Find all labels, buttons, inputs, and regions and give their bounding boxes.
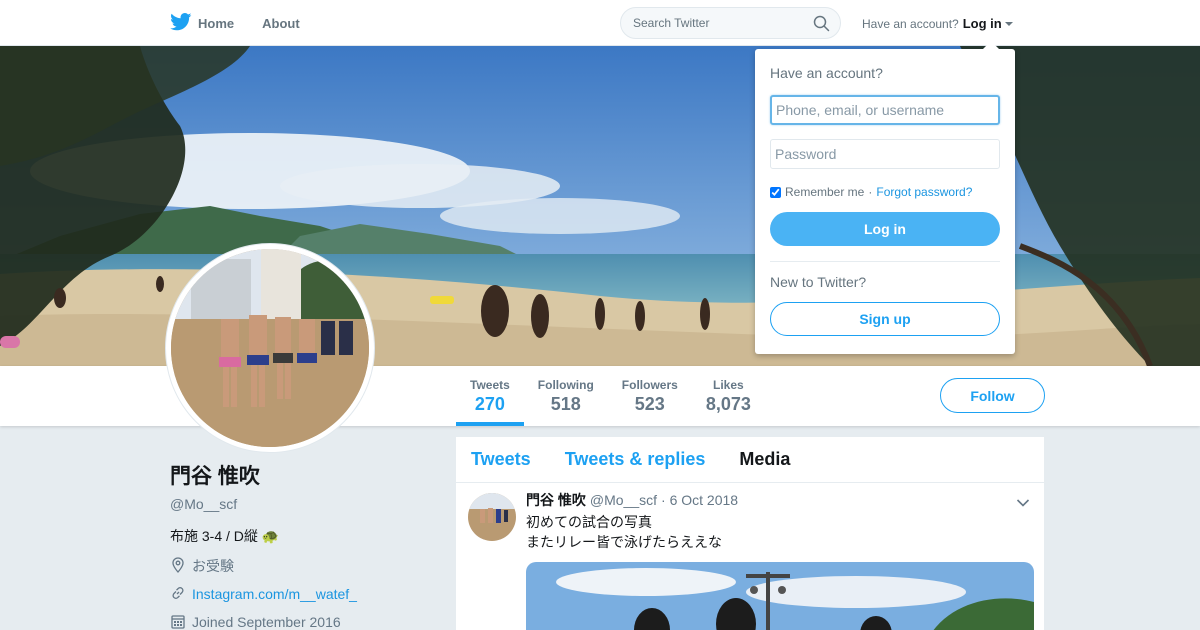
profile-avatar[interactable] bbox=[166, 244, 374, 452]
stat-label: Tweets bbox=[470, 378, 510, 392]
profile-location: お受験 bbox=[170, 556, 430, 576]
remember-me-label[interactable]: Remember me bbox=[785, 185, 864, 199]
login-dropdown: Have an account? Remember me · Forgot pa… bbox=[755, 41, 1015, 354]
link-icon bbox=[170, 585, 192, 604]
stat-value: 8,073 bbox=[705, 394, 751, 414]
location-text: お受験 bbox=[192, 558, 234, 574]
profile-join-date: Joined September 2016 bbox=[170, 614, 430, 630]
nav-about-link[interactable]: About bbox=[262, 16, 300, 31]
stat-likes[interactable]: Likes 8,073 bbox=[692, 366, 765, 426]
tab-media[interactable]: Media bbox=[739, 449, 790, 470]
tweet-author-name[interactable]: 門谷 惟吹 bbox=[526, 490, 586, 510]
tab-tweets[interactable]: Tweets bbox=[471, 449, 531, 470]
tab-tweets-and-replies[interactable]: Tweets & replies bbox=[565, 449, 706, 470]
location-pin-icon bbox=[170, 556, 192, 576]
profile-stats: Tweets 270 Following 518 Followers 523 L… bbox=[456, 366, 765, 426]
chevron-down-icon[interactable] bbox=[1016, 495, 1030, 513]
tweet-item[interactable]: 門谷 惟吹 @Mo__scf · 6 Oct 2018 初めての試合の写真 また… bbox=[456, 483, 1044, 630]
search-input[interactable] bbox=[633, 16, 803, 30]
separator-dot: · bbox=[868, 185, 873, 199]
stat-tweets[interactable]: Tweets 270 bbox=[456, 366, 524, 426]
signup-button[interactable]: Sign up bbox=[770, 302, 1000, 336]
timeline-panel: Tweets Tweets & replies Media 門谷 惟吹 @Mo_… bbox=[456, 437, 1044, 630]
new-to-twitter-label: New to Twitter? bbox=[770, 274, 867, 290]
tweet-media-photo[interactable] bbox=[526, 562, 1034, 630]
timeline-tabs: Tweets Tweets & replies Media bbox=[456, 437, 1044, 483]
account-prompt: Have an account? Log in bbox=[862, 16, 1013, 31]
profile-name[interactable]: 門谷 惟吹 bbox=[170, 460, 430, 490]
website-link[interactable]: Instagram.com/m__watef_ bbox=[192, 586, 357, 602]
caret-down-icon bbox=[1004, 21, 1013, 26]
profile-handle[interactable]: @Mo__scf bbox=[170, 496, 430, 512]
nav-left-group: Home About bbox=[170, 0, 328, 46]
follow-button[interactable]: Follow bbox=[940, 378, 1045, 413]
join-date-text: Joined September 2016 bbox=[192, 614, 341, 630]
tweet-header: 門谷 惟吹 @Mo__scf · 6 Oct 2018 bbox=[526, 490, 1032, 510]
stat-following[interactable]: Following 518 bbox=[524, 366, 608, 426]
stat-value: 523 bbox=[634, 394, 665, 414]
tweet-text-line: 初めての試合の写真 bbox=[526, 514, 652, 530]
search-box[interactable] bbox=[620, 7, 841, 39]
tweet-avatar[interactable] bbox=[468, 493, 516, 541]
login-button[interactable]: Log in bbox=[770, 212, 1000, 246]
username-field[interactable] bbox=[770, 95, 1000, 125]
top-navigation-bar: Home About Have an account? Log in bbox=[0, 0, 1200, 46]
remember-row: Remember me · Forgot password? bbox=[770, 185, 1000, 199]
profile-header-card: 門谷 惟吹 @Mo__scf 布施 3-4 / D縦 🐢 お受験 Instagr… bbox=[170, 460, 430, 630]
login-dropdown-title: Have an account? bbox=[770, 65, 883, 81]
stat-label: Following bbox=[537, 378, 594, 392]
twitter-bird-icon bbox=[170, 12, 198, 34]
nav-about-label: About bbox=[262, 15, 300, 31]
forgot-password-link[interactable]: Forgot password? bbox=[876, 185, 972, 199]
stat-value: 518 bbox=[550, 394, 581, 414]
tweet-timestamp[interactable]: · 6 Oct 2018 bbox=[661, 492, 738, 508]
login-dropdown-toggle[interactable]: Log in bbox=[963, 16, 1013, 31]
stat-followers[interactable]: Followers 523 bbox=[608, 366, 692, 426]
nav-home-label: Home bbox=[198, 15, 235, 31]
profile-bio: 布施 3-4 / D縦 🐢 bbox=[170, 528, 280, 544]
stat-label: Likes bbox=[712, 378, 744, 392]
tweet-author-handle[interactable]: @Mo__scf bbox=[590, 492, 657, 508]
remember-me-checkbox[interactable] bbox=[770, 186, 781, 198]
profile-website: Instagram.com/m__watef_ bbox=[170, 586, 430, 602]
search-icon[interactable] bbox=[813, 15, 830, 37]
nav-home-link[interactable]: Home bbox=[170, 12, 235, 34]
password-field[interactable] bbox=[770, 139, 1000, 169]
stat-value: 270 bbox=[474, 394, 505, 414]
calendar-icon bbox=[170, 613, 192, 630]
dropdown-divider bbox=[770, 261, 1000, 262]
tweet-text-line: またリレー皆で泳げたらええな bbox=[526, 534, 722, 550]
tweet-text: 初めての試合の写真 またリレー皆で泳げたらええな bbox=[526, 512, 1032, 552]
login-toggle-label: Log in bbox=[962, 16, 1002, 31]
stat-label: Followers bbox=[621, 378, 678, 392]
have-account-label: Have an account? bbox=[862, 16, 959, 31]
